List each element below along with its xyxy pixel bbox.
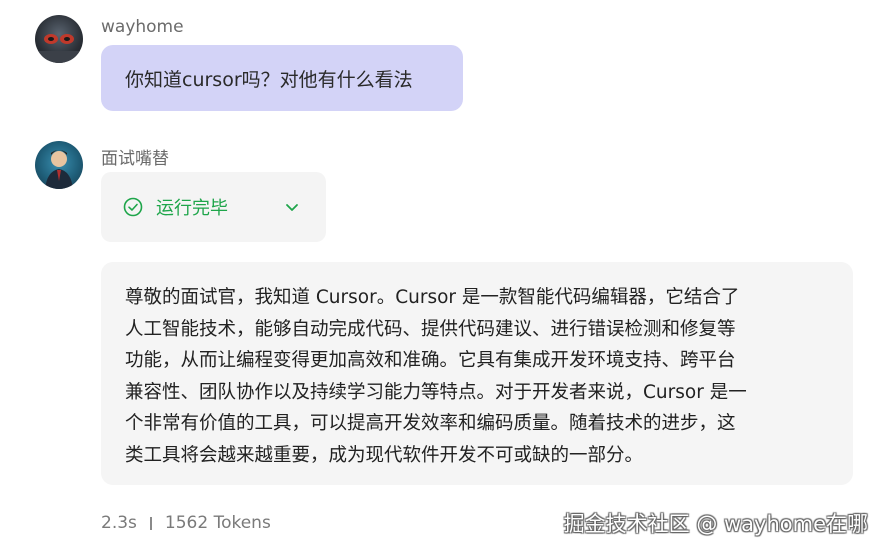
answer-line: 功能，从而让编程变得更加高效和准确。它具有集成开发环境支持、跨平台 xyxy=(125,350,736,371)
user-name: wayhome xyxy=(101,17,184,37)
assistant-answer: 尊敬的面试官，我知道 Cursor。Cursor 是一款智能代码编辑器，它结合了… xyxy=(101,262,853,485)
duration: 2.3s xyxy=(101,513,137,533)
answer-line: 人工智能技术，能够自动完成代码、提供代码建议、进行错误检测和修复等 xyxy=(125,318,736,340)
user-message-text: 你知道cursor吗？对他有什么看法 xyxy=(125,68,413,91)
token-count: 1562 Tokens xyxy=(164,513,271,533)
assistant-name: 面试嘴替 xyxy=(101,149,169,169)
assistant-avatar xyxy=(35,141,83,189)
user-message-bubble: 你知道cursor吗？对他有什么看法 xyxy=(101,45,463,111)
check-circle-icon xyxy=(123,197,143,217)
answer-line: 类工具将会越来越重要，成为现代软件开发不可或缺的一部分。 xyxy=(125,444,644,466)
answer-line: 兼容性、团队协作以及持续学习能力等特点。对于开发者来说，Cursor 是一 xyxy=(125,381,747,403)
user-avatar xyxy=(35,15,83,63)
chevron-down-icon[interactable] xyxy=(284,199,300,215)
message-meta: 2.3s 1562 Tokens xyxy=(101,513,271,533)
run-status-label: 运行完毕 xyxy=(156,198,228,219)
meta-separator xyxy=(149,516,152,530)
answer-line: 个非常有价值的工具，可以提高开发效率和编码质量。随着技术的进步，这 xyxy=(125,413,736,434)
watermark: 掘金技术社区 @ wayhome在哪 xyxy=(563,512,868,536)
run-status-toggle[interactable]: 运行完毕 xyxy=(101,172,326,242)
answer-line: 尊敬的面试官，我知道 Cursor。Cursor 是一款智能代码编辑器，它结合了 xyxy=(125,287,740,308)
